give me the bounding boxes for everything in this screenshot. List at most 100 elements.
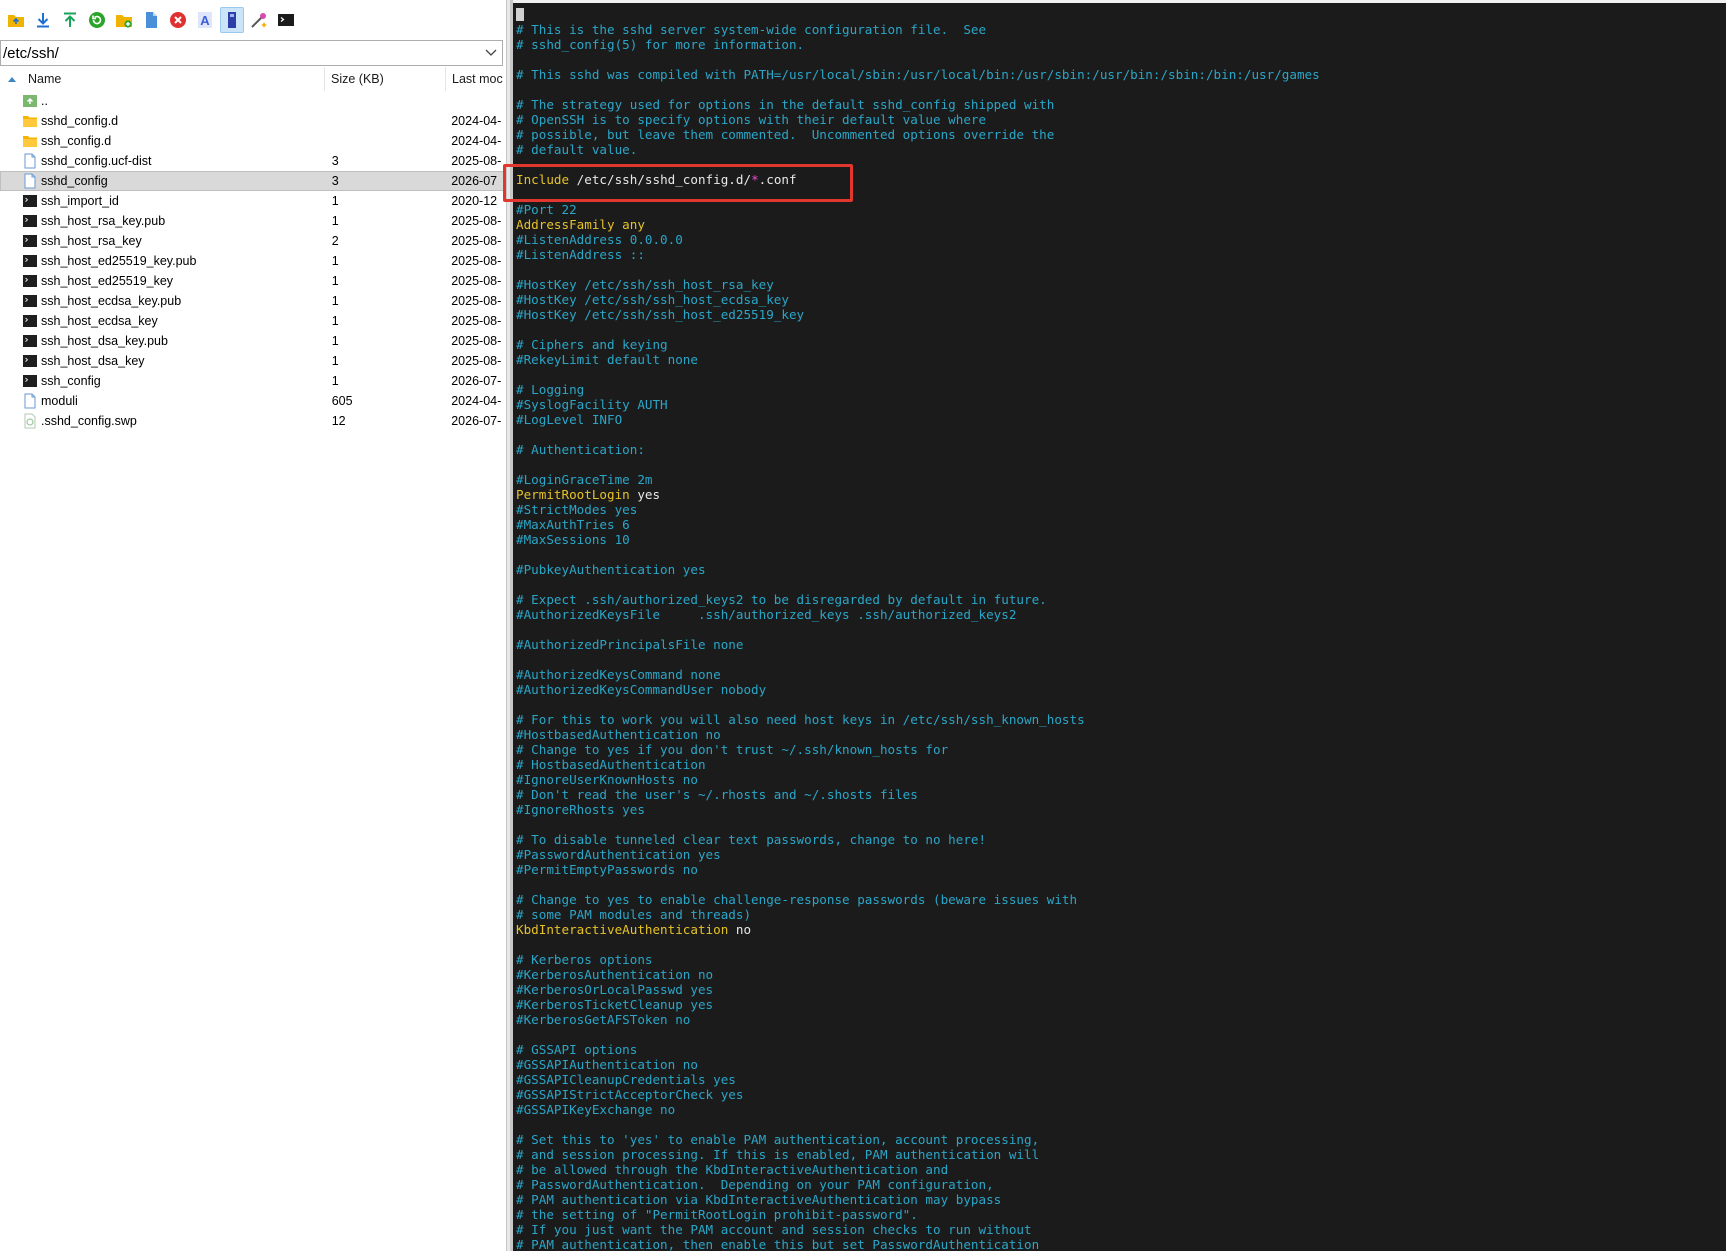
refresh-button[interactable] [85,7,109,33]
file-row[interactable]: sshd_config.d 2024-04- [0,111,506,131]
new-file-button[interactable] [139,7,163,33]
config-line: #GSSAPIKeyExchange no [516,1102,1716,1117]
config-line: #AuthorizedPrincipalsFile none [516,637,1716,652]
config-line: # Don't read the user's ~/.rhosts and ~/… [516,787,1716,802]
config-line: # some PAM modules and threads) [516,907,1716,922]
edit-button[interactable] [247,7,271,33]
config-line: #Port 22 [516,202,1716,217]
file-name: ssh_host_dsa_key.pub [41,334,168,348]
new-folder-button[interactable] [112,7,136,33]
file-row[interactable]: ssh_host_rsa_key.pub 1 2025-08- [0,211,506,231]
config-line: PermitRootLogin yes [516,487,1716,502]
file-name-cell: ssh_config [1,373,332,389]
config-line: # This sshd was compiled with PATH=/usr/… [516,67,1716,82]
file-row[interactable]: sshd_config.ucf-dist 3 2025-08- [0,151,506,171]
path-combobox[interactable]: /etc/ssh/ [0,40,503,66]
file-name-cell: ssh_host_dsa_key.pub [1,333,332,349]
config-line: #PasswordAuthentication yes [516,847,1716,862]
file-toolbar: A [0,0,506,40]
file-row[interactable]: ssh_host_dsa_key 1 2025-08- [0,351,506,371]
file-size: 3 [331,174,339,188]
sort-ascending-icon [8,76,28,82]
config-token: # If you just want the PAM account and s… [516,1222,1032,1237]
config-line: #KerberosAuthentication no [516,967,1716,982]
terminal-top-border [510,0,1726,3]
parent-folder-button[interactable] [4,7,28,33]
column-header-name[interactable]: Name [0,67,325,91]
config-line: # Authentication: [516,442,1716,457]
config-line: #AuthorizedKeysCommandUser nobody [516,682,1716,697]
config-line: # HostbasedAuthentication [516,757,1716,772]
config-line: # This is the sshd server system-wide co… [516,22,1716,37]
config-line [516,52,1716,67]
file-row[interactable]: ssh_import_id 1 2020-12 [0,191,506,211]
file-row[interactable]: ssh_host_ed25519_key 1 2025-08- [0,271,506,291]
file-name-cell: sshd_config [1,173,332,189]
config-token: # default value. [516,142,638,157]
terminal-button[interactable] [274,7,298,33]
config-line [516,1027,1716,1042]
path-input[interactable]: /etc/ssh/ [1,45,480,62]
file-row[interactable]: .. [0,91,506,111]
config-line: # default value. [516,142,1716,157]
delete-icon [169,11,187,29]
column-header-modified[interactable]: Last moc [446,67,506,91]
config-line: #KerberosOrLocalPasswd yes [516,982,1716,997]
config-token: # This sshd was compiled with PATH=/usr/… [516,67,1320,82]
terminal-file-icon [22,333,38,349]
config-line: #MaxAuthTries 6 [516,517,1716,532]
config-line: #MaxSessions 10 [516,532,1716,547]
config-line: #KerberosTicketCleanup yes [516,997,1716,1012]
file-row[interactable]: ssh_config.d 2024-04- [0,131,506,151]
file-row[interactable]: ssh_host_dsa_key.pub 1 2025-08- [0,331,506,351]
file-row[interactable]: ssh_host_ed25519_key.pub 1 2025-08- [0,251,506,271]
include-line-highlight [503,164,853,202]
file-row[interactable]: ssh_host_rsa_key 2 2025-08- [0,231,506,251]
file-row[interactable]: .sshd_config.swp 12 2026-07- [0,411,506,431]
file-name: ssh_host_rsa_key.pub [41,214,166,228]
upload-button[interactable] [58,7,82,33]
file-name-cell: ssh_host_ecdsa_key.pub [1,293,332,309]
config-line: # the setting of "PermitRootLogin prohib… [516,1207,1716,1222]
config-token: any [614,217,645,232]
file-name: sshd_config.d [41,114,119,128]
terminal-file-icon [22,233,38,249]
download-button[interactable] [31,7,55,33]
config-token: #GSSAPIKeyExchange no [516,1102,676,1117]
file-row[interactable]: moduli 605 2024-04- [0,391,506,411]
properties-button[interactable] [220,7,244,33]
config-token: # some PAM modules and threads) [516,907,752,922]
terminal-file-icon [22,253,38,269]
file-row[interactable]: sshd_config 3 2026-07 [0,171,506,191]
config-line: # For this to work you will also need ho… [516,712,1716,727]
file-name: moduli [41,394,78,408]
config-token: #SyslogFacility AUTH [516,397,668,412]
config-line: # sshd_config(5) for more information. [516,37,1716,52]
file-modified: 2025-08- [451,154,502,168]
file-name-cell: ssh_host_rsa_key.pub [1,213,332,229]
config-line: # Ciphers and keying [516,337,1716,352]
delete-button[interactable] [166,7,190,33]
file-modified: 2026-07 [451,174,498,188]
config-token: #IgnoreUserKnownHosts no [516,772,698,787]
upload-icon [61,11,79,29]
file-row[interactable]: ssh_host_ecdsa_key.pub 1 2025-08- [0,291,506,311]
file-row[interactable]: ssh_config 1 2026-07- [0,371,506,391]
chevron-down-icon[interactable] [480,41,502,65]
file-name: ssh_host_ecdsa_key.pub [41,294,182,308]
file-size: 1 [331,354,339,368]
file-modified: 2024-04- [451,394,502,408]
column-header-size[interactable]: Size (KB) [325,67,446,91]
file-size: 3 [331,154,339,168]
config-token: # Authentication: [516,442,645,457]
config-line: # Change to yes if you don't trust ~/.ss… [516,742,1716,757]
rename-button[interactable]: A [193,7,217,33]
config-line: # Logging [516,382,1716,397]
config-token: # the setting of "PermitRootLogin prohib… [516,1207,918,1222]
config-token: # be allowed through the KbdInteractiveA… [516,1162,949,1177]
file-row[interactable]: ssh_host_ecdsa_key 1 2025-08- [0,311,506,331]
file-size: 1 [331,314,339,328]
config-token: #GSSAPIAuthentication no [516,1057,698,1072]
config-token: # For this to work you will also need ho… [516,712,1085,727]
terminal-icon [277,11,295,29]
